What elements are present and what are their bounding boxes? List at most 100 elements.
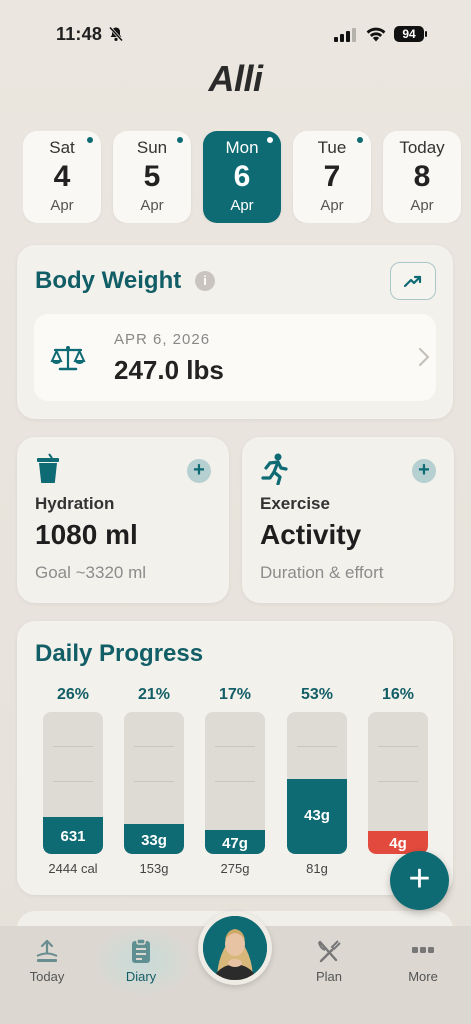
tab-today[interactable]: Today <box>7 934 87 994</box>
progress-gridline <box>215 781 255 782</box>
running-icon <box>260 453 288 490</box>
battery-indicator: 94 <box>394 26 424 42</box>
trend-up-icon <box>403 275 422 288</box>
progress-percent: 53% <box>300 686 334 703</box>
status-time: 11:48 <box>56 24 103 44</box>
diary-icon <box>132 938 150 963</box>
day-of-week: Today <box>399 138 445 157</box>
progress-value: 4g <box>389 835 407 852</box>
add-entry-fab[interactable]: + <box>390 851 449 910</box>
app-logo: Alli <box>208 58 263 99</box>
progress-target: 81g <box>306 861 328 876</box>
day-card-mon[interactable]: Mon 6 Apr <box>203 131 281 223</box>
progress-value: 43g <box>304 807 330 824</box>
coach-avatar-button[interactable] <box>198 911 272 985</box>
progress-value: 631 <box>60 828 86 845</box>
progress-value: 47g <box>222 834 248 852</box>
hydration-card[interactable]: + Hydration 1080 ml Goal ~3320 ml <box>17 437 229 603</box>
daily-progress-card: Daily Progress 26% 631 2444 cal 21% 33g 153g 1… <box>17 621 453 895</box>
cellular-signal-icon <box>334 28 356 47</box>
hydration-goal: Goal ~3320 ml <box>35 563 147 582</box>
info-icon[interactable]: i <box>195 271 215 291</box>
exercise-label: Exercise <box>260 494 330 513</box>
daily-progress-title: Daily Progress <box>35 640 204 667</box>
tab-diary-label: Diary <box>125 969 157 984</box>
tab-today-label: Today <box>29 969 65 984</box>
day-number: 4 <box>53 160 71 193</box>
progress-column[interactable]: 21% 33g 153g <box>123 683 185 883</box>
day-indicator-dot <box>87 137 93 143</box>
tab-more[interactable]: More <box>383 934 463 994</box>
progress-bar-track: 4g <box>368 712 428 854</box>
progress-gridline <box>134 781 174 782</box>
progress-bar-track: 47g <box>205 712 265 854</box>
day-number: 6 <box>233 160 251 193</box>
chevron-right-icon <box>418 347 430 372</box>
body-weight-card: Body Weight i APR 6, 2026 247.0 lbs <box>17 245 453 419</box>
progress-target: 153g <box>139 861 169 876</box>
hydration-label: Hydration <box>35 494 115 513</box>
progress-gridline <box>378 746 418 747</box>
bell-muted-icon <box>108 26 124 47</box>
exercise-card[interactable]: + Exercise Activity Duration & effort <box>242 437 454 603</box>
date-selector: Sat 4 Apr Sun 5 Apr Mon 6 Apr Tue 7 Apr … <box>23 131 471 223</box>
progress-gridline <box>378 781 418 782</box>
day-card-sat[interactable]: Sat 4 Apr <box>23 131 101 223</box>
exercise-value: Activity <box>260 519 362 550</box>
progress-gridline <box>215 746 255 747</box>
wifi-icon <box>365 25 387 47</box>
progress-gridline <box>297 746 337 747</box>
day-card-today[interactable]: Today 8 Apr <box>383 131 461 223</box>
day-number: 7 <box>323 160 341 193</box>
progress-percent: 16% <box>381 686 415 703</box>
tab-plan-label: Plan <box>315 969 343 984</box>
day-card-sun[interactable]: Sun 5 Apr <box>113 131 191 223</box>
day-indicator-dot <box>177 137 183 143</box>
day-month: Apr <box>410 197 434 214</box>
progress-column[interactable]: 17% 47g 275g <box>204 683 266 883</box>
battery-nub <box>425 31 427 37</box>
weight-value: 247.0 lbs <box>114 355 224 385</box>
day-month: Apr <box>140 197 164 214</box>
progress-percent: 26% <box>56 686 90 703</box>
weight-entry-date: APR 6, 2026 <box>114 331 211 348</box>
status-bar: 11:48 94 <box>0 0 471 60</box>
progress-percent: 17% <box>218 686 252 703</box>
tab-plan[interactable]: Plan <box>289 934 369 994</box>
progress-bar-track: 631 <box>43 712 103 854</box>
add-hydration-button[interactable]: + <box>187 459 211 483</box>
day-month: Apr <box>230 197 254 214</box>
progress-percent: 21% <box>137 686 171 703</box>
progress-column[interactable]: 26% 631 2444 cal <box>42 683 104 883</box>
weight-trend-button[interactable] <box>390 262 436 300</box>
progress-target: 275g <box>220 861 250 876</box>
bottom-tab-bar: Today Diary Plan More <box>0 911 471 1024</box>
avatar <box>203 916 267 980</box>
progress-column[interactable]: 53% 43g 81g <box>286 683 348 883</box>
day-indicator-dot <box>267 137 273 143</box>
day-month: Apr <box>50 197 74 214</box>
progress-gridline <box>134 746 174 747</box>
weight-entry-row[interactable]: APR 6, 2026 247.0 lbs <box>34 314 436 401</box>
tab-diary[interactable]: Diary <box>101 934 181 994</box>
exercise-sub: Duration & effort <box>260 563 384 582</box>
add-exercise-button[interactable]: + <box>412 459 436 483</box>
day-month: Apr <box>320 197 344 214</box>
today-icon <box>36 939 58 962</box>
day-card-tue[interactable]: Tue 7 Apr <box>293 131 371 223</box>
scale-icon <box>50 344 86 377</box>
progress-target: 2444 cal <box>48 861 98 876</box>
progress-bar-track: 33g <box>124 712 184 854</box>
body-weight-title: Body Weight <box>35 267 182 294</box>
progress-bar-track: 43g <box>287 712 347 854</box>
day-number: 5 <box>143 160 161 193</box>
progress-value: 33g <box>141 831 167 849</box>
progress-gridline <box>53 746 93 747</box>
day-indicator-dot <box>357 137 363 143</box>
hydration-value: 1080 ml <box>35 519 138 550</box>
progress-gridline <box>53 781 93 782</box>
day-number: 8 <box>413 160 431 193</box>
cup-icon <box>35 453 61 490</box>
more-icon <box>412 947 434 953</box>
fork-knife-icon <box>317 940 341 963</box>
